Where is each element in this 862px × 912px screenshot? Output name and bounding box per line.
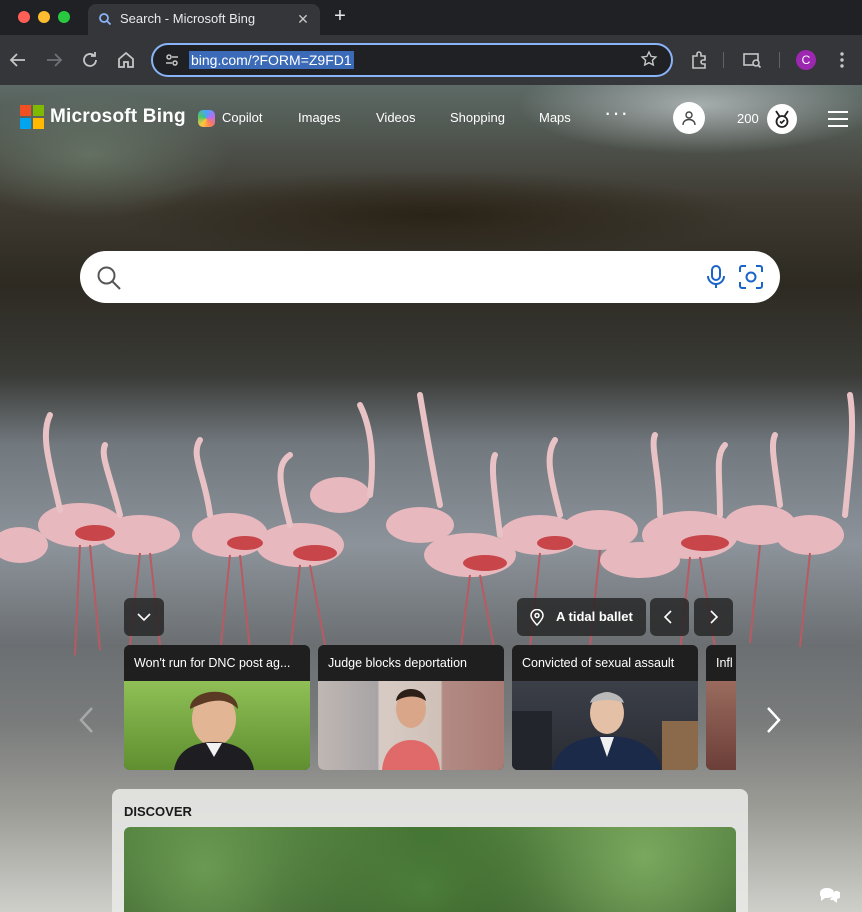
- search-box[interactable]: [80, 251, 780, 303]
- reload-icon[interactable]: [78, 48, 102, 72]
- address-bar[interactable]: bing.com/?FORM=Z9FD1: [151, 43, 673, 77]
- site-info-icon[interactable]: [163, 51, 181, 69]
- bing-favicon-icon: [98, 12, 112, 26]
- location-pin-icon: [530, 609, 544, 626]
- feedback-chat-icon[interactable]: [818, 885, 840, 905]
- back-icon[interactable]: [6, 48, 30, 72]
- nav-images[interactable]: Images: [298, 109, 341, 127]
- nav-shopping[interactable]: Shopping: [450, 109, 505, 127]
- browser-toolbar: bing.com/?FORM=Z9FD1 C: [0, 35, 862, 85]
- discover-panel: DISCOVER: [112, 789, 748, 912]
- news-card[interactable]: Infl: [706, 645, 736, 770]
- browser-tab-active[interactable]: Search - Microsoft Bing ✕: [88, 4, 320, 35]
- image-info-button[interactable]: A tidal ballet: [517, 598, 646, 636]
- copilot-icon[interactable]: [198, 110, 215, 127]
- news-card[interactable]: Convicted of sexual assault: [512, 645, 698, 770]
- url-text[interactable]: bing.com/?FORM=Z9FD1: [189, 51, 354, 69]
- news-card[interactable]: Judge blocks deportation: [318, 645, 504, 770]
- tab-title: Search - Microsoft Bing: [120, 11, 256, 26]
- news-card-headline: Won't run for DNC post ag...: [124, 645, 310, 681]
- news-card[interactable]: Won't run for DNC post ag...: [124, 645, 310, 770]
- home-icon[interactable]: [114, 48, 138, 72]
- close-window-button[interactable]: [18, 11, 30, 23]
- visual-search-icon[interactable]: [738, 264, 764, 290]
- nav-more-button[interactable]: ···: [604, 102, 629, 124]
- next-image-button[interactable]: [694, 598, 733, 636]
- chevron-left-icon: [663, 610, 672, 624]
- news-carousel: Won't run for DNC post ag... Judge block…: [124, 645, 736, 770]
- forward-icon[interactable]: [42, 48, 66, 72]
- microphone-icon[interactable]: [706, 264, 726, 290]
- account-button[interactable]: [673, 102, 705, 134]
- nav-copilot[interactable]: Copilot: [222, 109, 262, 127]
- rewards-points[interactable]: 200: [737, 110, 759, 128]
- star-icon[interactable]: [639, 50, 659, 70]
- new-tab-button[interactable]: +: [330, 6, 350, 26]
- previous-image-button[interactable]: [650, 598, 689, 636]
- chevron-right-icon: [710, 610, 719, 624]
- news-card-headline: Infl: [706, 645, 736, 681]
- hamburger-menu-icon[interactable]: [828, 111, 848, 127]
- microsoft-logo-icon[interactable]: [20, 105, 44, 129]
- tab-close-icon[interactable]: ✕: [294, 10, 312, 28]
- menu-dots-icon[interactable]: [830, 48, 854, 72]
- toolbar-divider: [779, 52, 780, 68]
- tab-search-icon[interactable]: [740, 48, 764, 72]
- browser-tab-strip: Search - Microsoft Bing ✕ +: [0, 0, 862, 35]
- discover-feature-image[interactable]: [124, 827, 736, 912]
- nav-videos[interactable]: Videos: [376, 109, 416, 127]
- discover-title: DISCOVER: [124, 804, 192, 819]
- person-icon: [682, 111, 696, 126]
- maximize-window-button[interactable]: [58, 11, 70, 23]
- chevron-down-icon: [137, 613, 151, 622]
- nav-maps[interactable]: Maps: [539, 109, 571, 127]
- search-input[interactable]: [136, 267, 686, 287]
- bing-homepage: Microsoft Bing Copilot Images Videos Sho…: [0, 85, 862, 912]
- news-card-image: [318, 681, 504, 770]
- brand-name[interactable]: Microsoft Bing: [50, 105, 186, 129]
- news-card-image: [124, 681, 310, 770]
- rewards-medal-icon[interactable]: [767, 104, 797, 134]
- extensions-icon[interactable]: [687, 48, 711, 72]
- news-card-image: [512, 681, 698, 770]
- image-title: A tidal ballet: [556, 609, 633, 624]
- news-card-image: [706, 681, 736, 770]
- minimize-window-button[interactable]: [38, 11, 50, 23]
- news-card-headline: Judge blocks deportation: [318, 645, 504, 681]
- search-icon: [97, 266, 121, 290]
- collapse-feed-button[interactable]: [124, 598, 164, 636]
- toolbar-divider: [723, 52, 724, 68]
- news-card-headline: Convicted of sexual assault: [512, 645, 698, 681]
- carousel-prev-icon[interactable]: [76, 705, 98, 735]
- carousel-next-icon[interactable]: [762, 705, 784, 735]
- profile-avatar[interactable]: C: [796, 50, 816, 70]
